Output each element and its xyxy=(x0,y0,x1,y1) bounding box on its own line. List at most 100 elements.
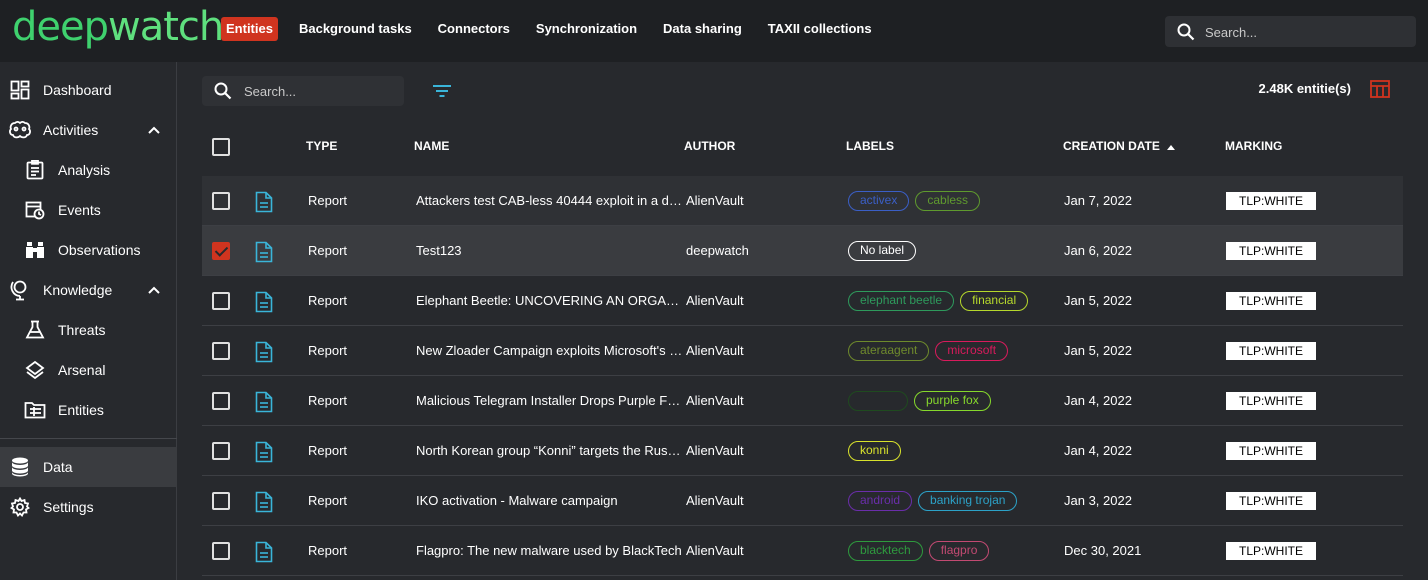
table-row[interactable]: Report North Korean group “Konni” targets… xyxy=(202,426,1403,476)
row-type: Report xyxy=(308,343,348,358)
label-chip[interactable]: android xyxy=(848,491,913,511)
column-header-labels[interactable]: LABELS xyxy=(846,139,894,153)
row-checkbox[interactable] xyxy=(212,442,230,460)
report-document-icon xyxy=(255,441,273,466)
chevron-up-icon[interactable] xyxy=(146,282,162,301)
top-nav-data-sharing[interactable]: Data sharing xyxy=(658,17,747,41)
marking-badge: TLP:WHITE xyxy=(1226,492,1316,510)
table-row[interactable]: Report Attackers test CAB-less 40444 expl… xyxy=(202,176,1403,226)
top-nav-connectors[interactable]: Connectors xyxy=(433,17,515,41)
clipboard-icon xyxy=(24,159,46,181)
row-checkbox[interactable] xyxy=(212,242,230,260)
view-columns-button[interactable] xyxy=(1369,78,1393,102)
row-checkbox[interactable] xyxy=(212,542,230,560)
marking-badge: TLP:WHITE xyxy=(1226,242,1316,260)
calendar-clock-icon xyxy=(24,199,46,221)
top-nav-taxii-collections[interactable]: TAXII collections xyxy=(763,17,877,41)
row-checkbox[interactable] xyxy=(212,192,230,210)
table-row[interactable]: Report New Zloader Campaign exploits Micr… xyxy=(202,326,1403,376)
sidebar-item-threats[interactable]: Threats xyxy=(0,310,177,350)
table-row[interactable]: Report Elephant Beetle: UNCOVERING AN ORG… xyxy=(202,276,1403,326)
sidebar-item-knowledge[interactable]: Knowledge xyxy=(0,270,177,310)
label-chip[interactable]: cabless xyxy=(915,191,981,211)
sidebar-item-dashboard[interactable]: Dashboard xyxy=(0,70,177,110)
label-chip[interactable]: No label xyxy=(848,241,917,261)
row-labels: elephant beetle financial xyxy=(848,291,1034,311)
row-checkbox[interactable] xyxy=(212,292,230,310)
sidebar-item-data[interactable]: Data xyxy=(0,447,177,487)
sidebar-item-activities[interactable]: Activities xyxy=(0,110,177,150)
label-chip[interactable]: flagpro xyxy=(928,541,990,561)
column-header-name[interactable]: NAME xyxy=(414,139,449,153)
sidebar-item-label: Dashboard xyxy=(43,82,112,98)
chevron-up-icon[interactable] xyxy=(146,122,162,141)
sidebar-divider xyxy=(0,438,177,439)
top-nav-background-tasks[interactable]: Background tasks xyxy=(294,17,417,41)
sort-ascending-icon[interactable] xyxy=(1165,140,1177,156)
row-author: AlienVault xyxy=(686,193,744,208)
column-header-creation-date[interactable]: CREATION DATE xyxy=(1063,139,1160,153)
sidebar-item-entities[interactable]: Entities xyxy=(0,390,177,430)
filter-button[interactable] xyxy=(430,80,456,102)
report-document-icon xyxy=(255,491,273,516)
row-type: Report xyxy=(308,543,348,558)
layers-icon xyxy=(24,359,46,381)
sidebar-item-settings[interactable]: Settings xyxy=(0,487,177,527)
row-creation-date: Jan 5, 2022 xyxy=(1064,343,1132,358)
table-row[interactable]: Report Malicious Telegram Installer Drops… xyxy=(202,376,1403,426)
label-chip[interactable]: blacktech xyxy=(848,541,923,561)
row-creation-date: Jan 4, 2022 xyxy=(1064,443,1132,458)
label-chip[interactable]: microsoft xyxy=(935,341,1009,361)
flask-icon xyxy=(24,319,46,341)
sidebar-item-observations[interactable]: Observations xyxy=(0,230,177,270)
row-labels: konni xyxy=(848,441,907,461)
label-chip[interactable]: financial xyxy=(960,291,1029,311)
sidebar-item-label: Threats xyxy=(58,322,106,338)
table-row[interactable]: Report IKO activation - Malware campaign A… xyxy=(202,476,1403,526)
row-checkbox[interactable] xyxy=(212,392,230,410)
search-icon xyxy=(1177,23,1195,44)
row-name: Flagpro: The new malware used by BlackTe… xyxy=(416,543,682,558)
select-all-checkbox[interactable] xyxy=(212,138,230,156)
row-creation-date: Jan 5, 2022 xyxy=(1064,293,1132,308)
row-type: Report xyxy=(308,393,348,408)
row-name: Elephant Beetle: UNCOVERING AN ORGANIZ… xyxy=(416,293,686,308)
marking-badge: TLP:WHITE xyxy=(1226,442,1316,460)
report-document-icon xyxy=(255,291,273,316)
label-chip[interactable]: activex xyxy=(848,191,910,211)
table-row[interactable]: Report Test123 deepwatch No label Jan 6, 202… xyxy=(202,226,1403,276)
table-row[interactable]: Report Flagpro: The new malware used by B… xyxy=(202,526,1403,576)
dashboard-icon xyxy=(9,79,31,101)
row-author: deepwatch xyxy=(686,243,749,258)
global-search-input[interactable] xyxy=(1205,22,1405,42)
row-creation-date: Jan 7, 2022 xyxy=(1064,193,1132,208)
row-creation-date: Jan 3, 2022 xyxy=(1064,493,1132,508)
top-nav-synchronization[interactable]: Synchronization xyxy=(531,17,642,41)
sidebar-item-arsenal[interactable]: Arsenal xyxy=(0,350,177,390)
row-type: Report xyxy=(308,493,348,508)
row-type: Report xyxy=(308,293,348,308)
sidebar-item-label: Activities xyxy=(43,122,99,138)
entities-search-input[interactable] xyxy=(244,81,394,101)
top-nav-entities[interactable]: Entities xyxy=(221,17,278,41)
label-chip[interactable] xyxy=(848,391,908,411)
row-author: AlienVault xyxy=(686,543,744,558)
label-chip[interactable]: purple fox xyxy=(914,391,991,411)
label-chip[interactable]: banking trojan xyxy=(918,491,1018,511)
app-logo[interactable]: deepwatch xyxy=(12,4,224,50)
sidebar-item-analysis[interactable]: Analysis xyxy=(0,150,177,190)
column-header-type[interactable]: TYPE xyxy=(306,139,337,153)
row-checkbox[interactable] xyxy=(212,492,230,510)
column-header-marking[interactable]: MARKING xyxy=(1225,139,1282,153)
row-checkbox[interactable] xyxy=(212,342,230,360)
report-document-icon xyxy=(255,241,273,266)
label-chip[interactable]: elephant beetle xyxy=(848,291,955,311)
label-chip[interactable]: ateraagent xyxy=(848,341,930,361)
label-chip[interactable]: konni xyxy=(848,441,901,461)
column-header-author[interactable]: AUTHOR xyxy=(684,139,735,153)
row-name: Attackers test CAB-less 40444 exploit in… xyxy=(416,193,682,208)
row-labels: blacktech flagpro xyxy=(848,541,995,561)
entities-search xyxy=(202,76,404,106)
sidebar-item-events[interactable]: Events xyxy=(0,190,177,230)
gear-icon xyxy=(9,496,31,518)
